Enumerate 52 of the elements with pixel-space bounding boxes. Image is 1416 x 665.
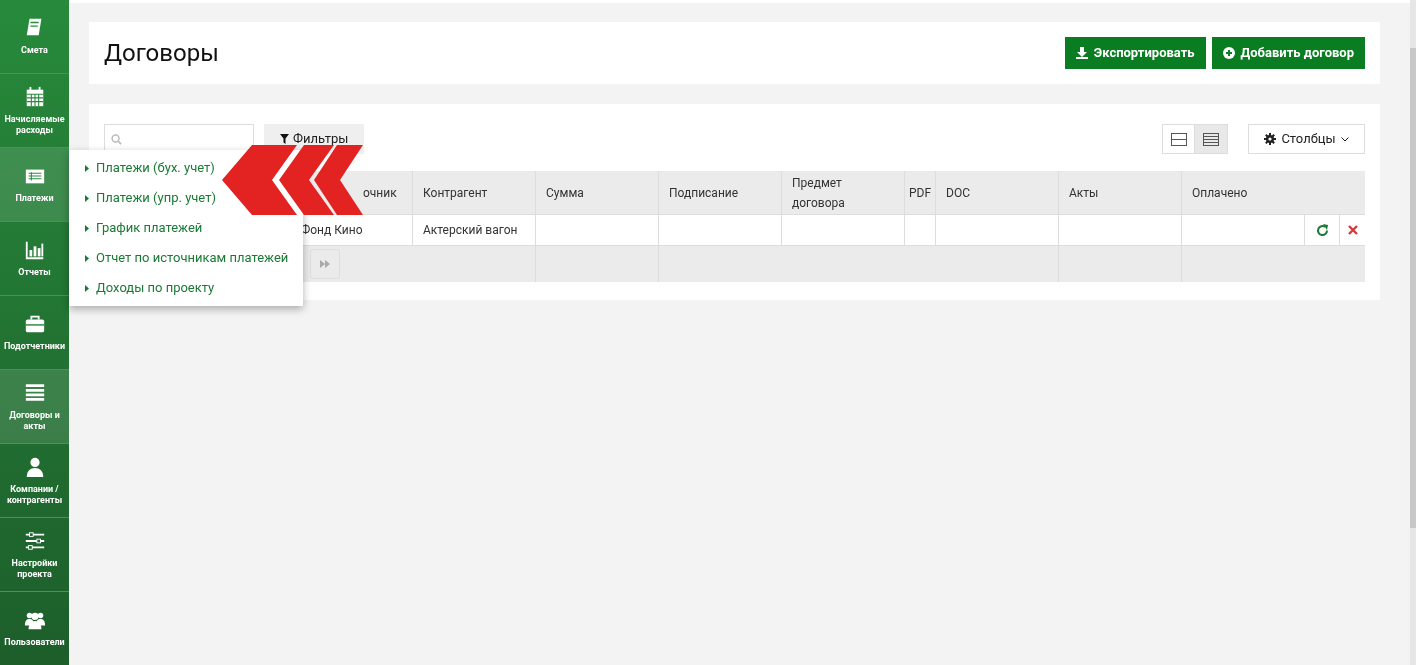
column-header: Сумма xyxy=(546,184,584,202)
sidebar-label: Начисляемые расходы xyxy=(3,113,66,136)
split-icon xyxy=(1170,132,1187,146)
plus-circle-icon xyxy=(1222,47,1235,59)
submenu-item[interactable]: Доходы по проекту xyxy=(85,278,215,298)
filter-icon xyxy=(280,134,289,144)
column-header: Предмет договора xyxy=(792,174,846,212)
columns-button[interactable]: Столбцы xyxy=(1248,124,1365,154)
page-title: Договоры xyxy=(104,38,219,69)
list-icon xyxy=(23,381,46,404)
table-cell-text: Актерский вагон xyxy=(423,222,518,239)
sidebar-item[interactable]: Смета xyxy=(0,0,69,74)
bar-chart-icon xyxy=(23,239,46,261)
column-header: Контрагент xyxy=(423,184,488,202)
submenu-item[interactable]: Отчет по источникам платежей xyxy=(85,248,289,268)
export-button[interactable]: Экспортировать xyxy=(1064,37,1206,69)
list-view-button[interactable] xyxy=(1195,125,1227,153)
submenu-item[interactable]: Платежи (упр. учет) xyxy=(85,188,216,208)
sidebar-label: Пользователи xyxy=(3,637,66,648)
search-icon xyxy=(111,133,122,145)
double-arrow-icon xyxy=(320,260,330,268)
sidebar-item[interactable]: Договоры и акты xyxy=(0,370,69,444)
column-header: PDF xyxy=(909,184,932,202)
sidebar-label: Смета xyxy=(20,45,49,56)
chevron-down-icon xyxy=(1340,136,1349,142)
sidebar-label: Платежи xyxy=(14,193,55,204)
settings-icon xyxy=(1264,133,1277,145)
add-button[interactable]: Добавить договор xyxy=(1211,37,1365,69)
sidebar-label: Настройки проекта xyxy=(10,557,59,580)
sidebar-item[interactable]: Начисляемые расходы xyxy=(0,74,69,148)
close-icon xyxy=(1347,225,1358,235)
sliders-icon xyxy=(23,529,46,552)
sidebar-label: Отчеты xyxy=(17,267,52,278)
sidebar-label: Подотчетники xyxy=(2,341,67,352)
column-header: Подписание xyxy=(669,184,739,202)
briefcase-icon xyxy=(23,313,46,335)
sidebar-item[interactable]: Пользователи xyxy=(0,592,69,665)
column-header: Оплачено xyxy=(1192,184,1248,202)
sidebar-item[interactable]: Платежи xyxy=(0,148,69,222)
submenu-item[interactable]: Платежи (бух. учет) xyxy=(85,158,215,178)
sidebar-label: Договоры и акты xyxy=(8,409,61,432)
sidebar-item[interactable]: Подотчетники xyxy=(0,296,69,370)
sidebar-item[interactable]: Компании / контрагенты xyxy=(0,444,69,518)
column-header: очник xyxy=(363,184,397,202)
sidebar-item[interactable]: Настройки проекта xyxy=(0,518,69,592)
rows-icon xyxy=(1203,132,1219,146)
column-header: DOC xyxy=(946,184,970,202)
sidebar-label: Компании / контрагенты xyxy=(5,483,64,506)
column-header: Акты xyxy=(1069,184,1099,202)
download-icon xyxy=(1075,47,1088,59)
refresh-icon xyxy=(1315,223,1329,237)
submenu-item[interactable]: График платежей xyxy=(85,218,203,238)
